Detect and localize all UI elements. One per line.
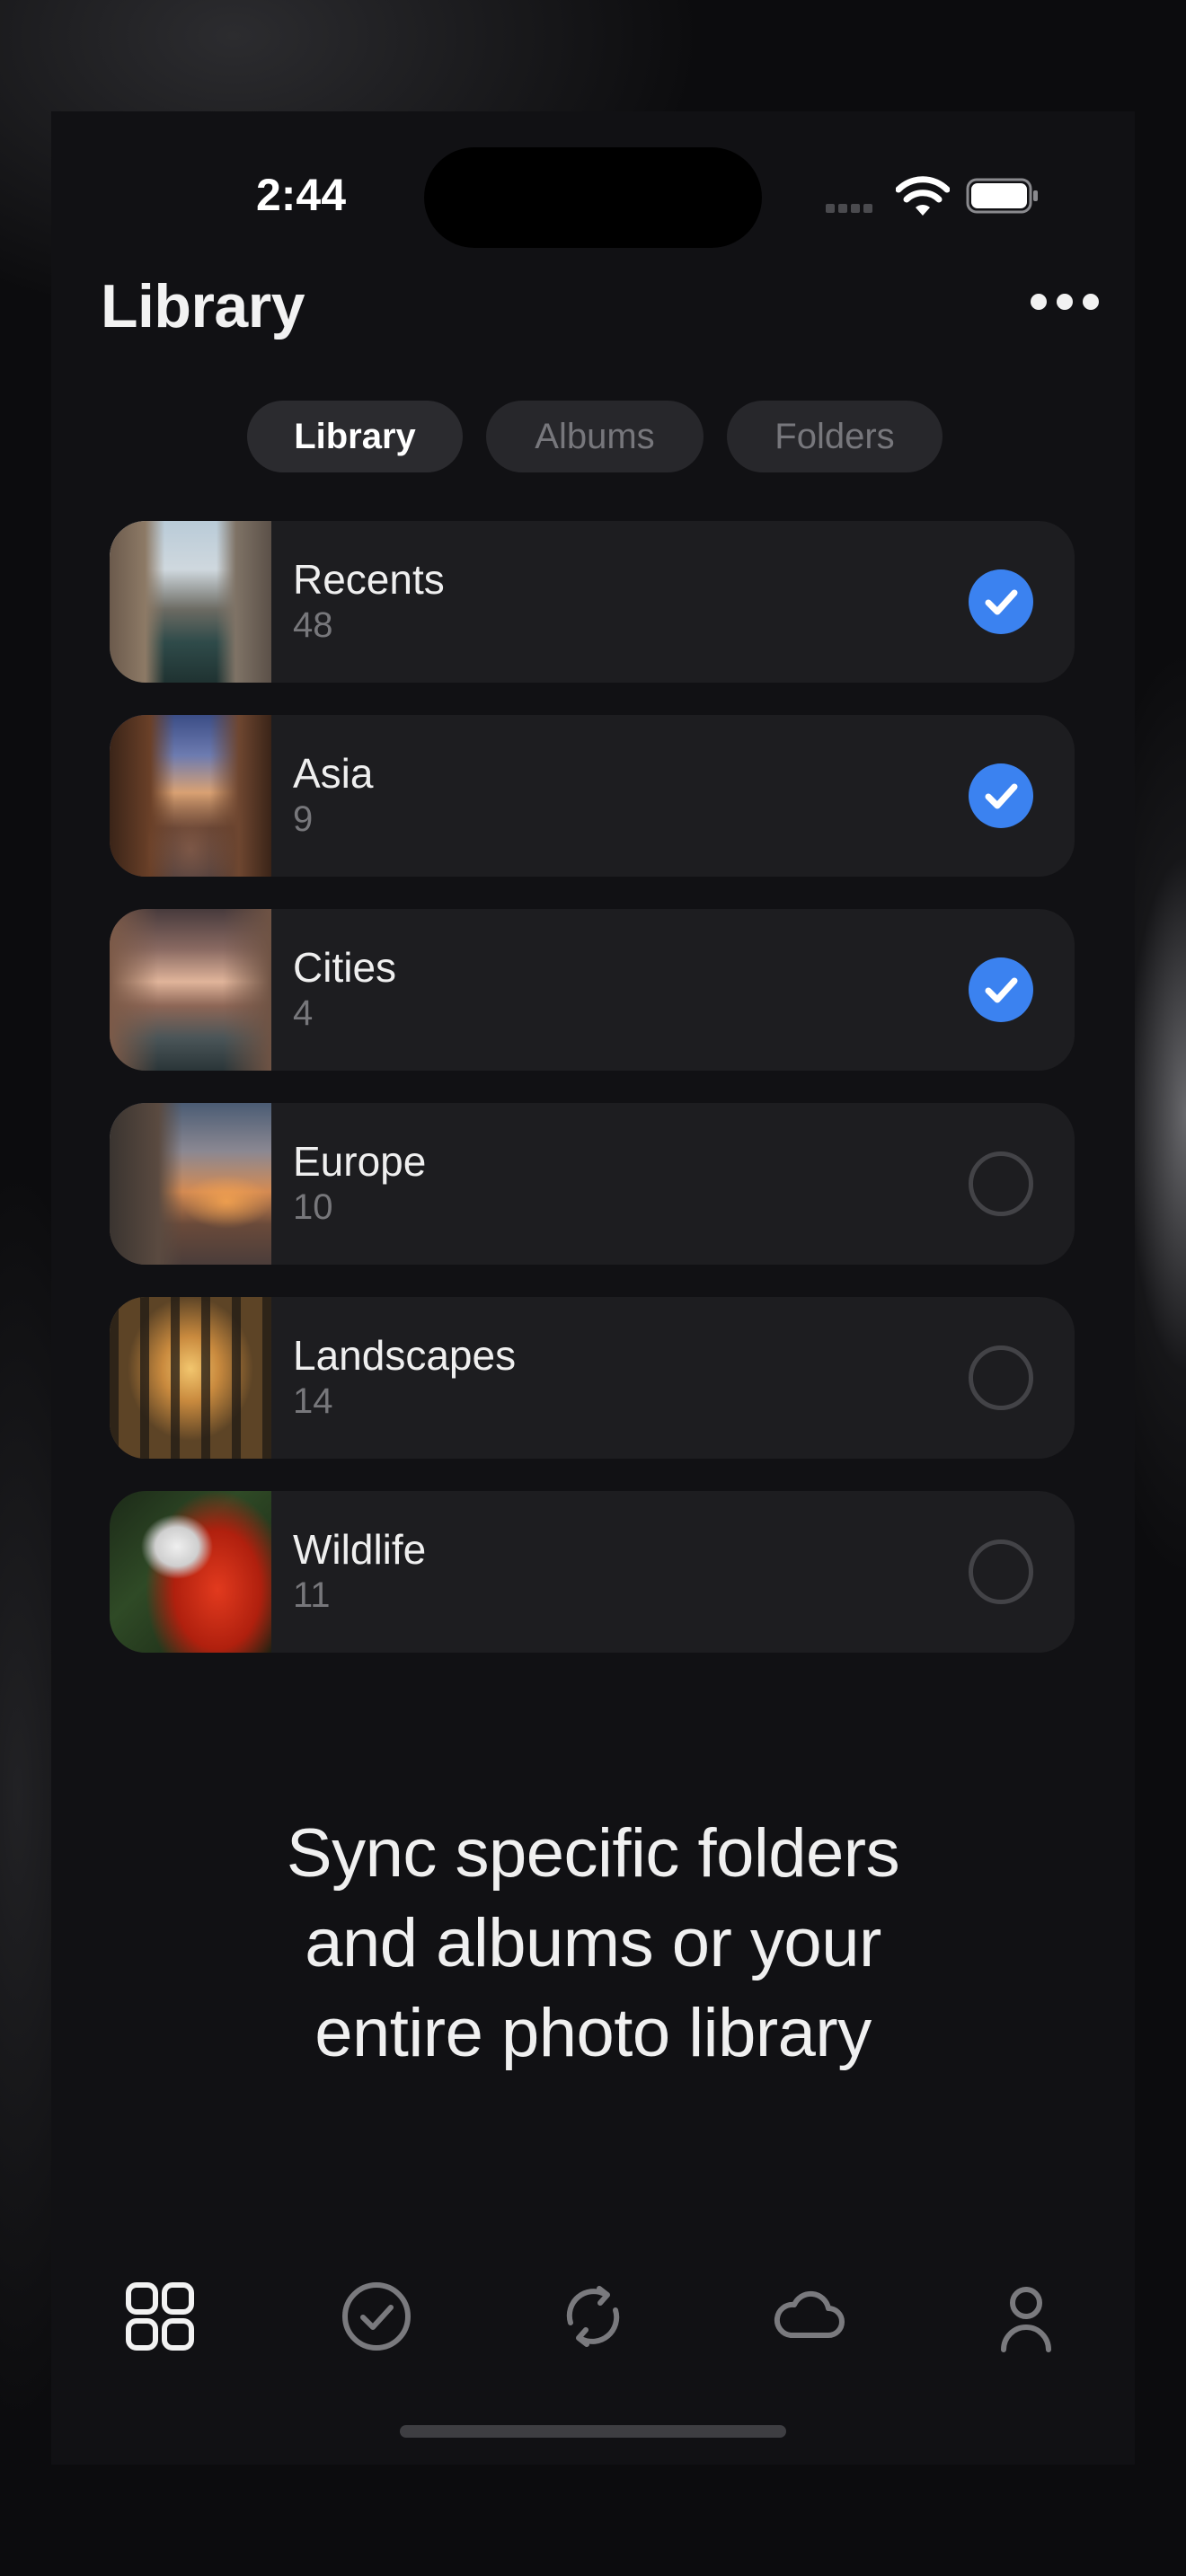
person-icon[interactable] — [986, 2276, 1067, 2357]
checkmark-icon — [985, 783, 1018, 809]
album-name: Recents — [293, 556, 445, 603]
dynamic-island — [424, 147, 762, 248]
album-thumbnail — [110, 715, 271, 877]
selection-checkbox[interactable] — [969, 1345, 1033, 1410]
album-name: Landscapes — [293, 1332, 517, 1379]
tab-folders[interactable]: Folders — [727, 401, 943, 472]
album-name: Cities — [293, 944, 397, 991]
ellipsis-icon — [1031, 294, 1047, 310]
page-title: Library — [101, 272, 305, 340]
selection-checkbox[interactable] — [969, 1539, 1033, 1604]
album-count: 10 — [293, 1187, 333, 1227]
album-name: Asia — [293, 750, 374, 797]
selection-checkbox[interactable] — [969, 957, 1033, 1022]
album-count: 14 — [293, 1381, 333, 1421]
battery-icon — [966, 178, 1038, 214]
more-options-button[interactable] — [1031, 287, 1099, 316]
album-name: Europe — [293, 1138, 427, 1185]
album-thumbnail — [110, 909, 271, 1071]
home-indicator — [400, 2425, 786, 2438]
album-thumbnail — [110, 1103, 271, 1265]
segmented-tabs: Library Albums Folders — [247, 401, 943, 472]
tagline: Sync specific folders and albums or your… — [141, 1809, 1045, 2078]
album-thumbnail — [110, 1297, 271, 1459]
wifi-icon — [896, 176, 950, 216]
album-row-europe[interactable]: Europe 10 — [110, 1103, 1075, 1265]
checkmark-icon — [985, 977, 1018, 1003]
sync-icon[interactable] — [553, 2276, 633, 2357]
tab-library[interactable]: Library — [247, 401, 463, 472]
album-name: Wildlife — [293, 1526, 427, 1573]
album-count: 48 — [293, 605, 333, 645]
album-list: Recents 48 Asia 9 Cities 4 Europe 10 Lan… — [110, 521, 1075, 1685]
grid-icon[interactable] — [119, 2276, 200, 2357]
album-count: 4 — [293, 993, 314, 1033]
album-row-asia[interactable]: Asia 9 — [110, 715, 1075, 877]
selection-checkbox[interactable] — [969, 1151, 1033, 1216]
tagline-line: entire photo library — [314, 1995, 872, 2071]
album-row-landscapes[interactable]: Landscapes 14 — [110, 1297, 1075, 1459]
cloud-icon[interactable] — [769, 2276, 850, 2357]
status-time: 2:44 — [255, 170, 347, 220]
album-row-recents[interactable]: Recents 48 — [110, 521, 1075, 683]
album-count: 9 — [293, 799, 314, 839]
checkmark-circle-icon[interactable] — [336, 2276, 417, 2357]
checkmark-icon — [985, 589, 1018, 615]
album-row-cities[interactable]: Cities 4 — [110, 909, 1075, 1071]
tab-albums[interactable]: Albums — [486, 401, 704, 472]
album-row-wildlife[interactable]: Wildlife 11 — [110, 1491, 1075, 1653]
album-thumbnail — [110, 521, 271, 683]
album-count: 11 — [293, 1575, 331, 1615]
selection-checkbox[interactable] — [969, 569, 1033, 634]
album-thumbnail — [110, 1491, 271, 1653]
cellular-signal-icon — [826, 201, 880, 213]
selection-checkbox[interactable] — [969, 763, 1033, 828]
phone-screen: 2:44 Library Library Albums Folders Rece… — [51, 111, 1135, 2465]
tagline-line: and albums or your — [305, 1905, 881, 1981]
tagline-line: Sync specific folders — [286, 1815, 900, 1892]
